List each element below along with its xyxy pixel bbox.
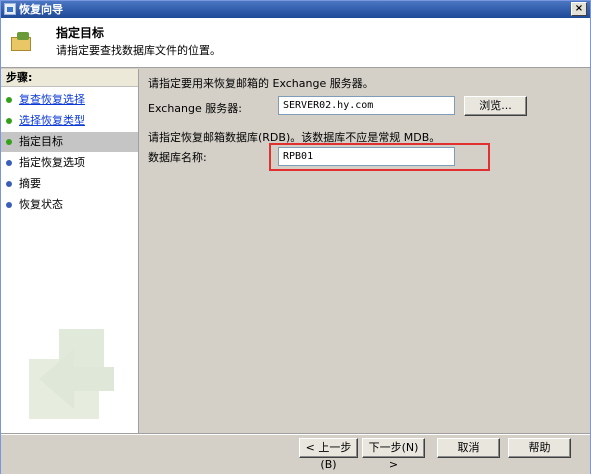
- steps-pane: 步骤: 复查恢复选择 选择恢复类型 指定目标 指定恢复选项 摘要 恢复状态: [1, 69, 139, 434]
- window-title: 恢复向导: [19, 3, 63, 16]
- recovery-wizard-window: 恢复向导 × 指定目标 请指定要查找数据库文件的位置。 步骤: 复查恢复选择 选…: [0, 0, 591, 474]
- step-label: 指定恢复选项: [19, 156, 85, 169]
- server-input[interactable]: SERVER02.hy.com: [278, 96, 455, 115]
- page-title: 指定目标: [56, 26, 105, 40]
- step-summary: 摘要: [1, 174, 138, 194]
- step-pending-icon: [6, 202, 12, 208]
- help-button[interactable]: 帮助: [508, 438, 571, 458]
- app-icon: [4, 3, 16, 15]
- step-recovery-options: 指定恢复选项: [1, 153, 138, 173]
- step-complete-icon: [6, 97, 12, 103]
- server-prompt: 请指定要用来恢复邮箱的 Exchange 服务器。: [148, 77, 374, 90]
- button-bar: < 上一步(B) 下一步(N) > 取消 帮助: [1, 433, 590, 474]
- browse-button[interactable]: 浏览...: [464, 96, 527, 116]
- wizard-header: 指定目标 请指定要查找数据库文件的位置。: [1, 18, 590, 68]
- steps-heading: 步骤:: [1, 69, 138, 87]
- step-label: 复查恢复选择: [19, 93, 85, 106]
- step-specify-destination: 指定目标: [1, 132, 138, 152]
- step-recovery-status: 恢复状态: [1, 195, 138, 215]
- wizard-watermark-icon: [29, 329, 114, 419]
- folder-restore-icon: [11, 32, 33, 52]
- main-content: 请指定要用来恢复邮箱的 Exchange 服务器。 Exchange 服务器: …: [140, 69, 590, 434]
- next-button[interactable]: 下一步(N) >: [362, 438, 425, 471]
- step-select-recovery-type[interactable]: 选择恢复类型: [1, 111, 138, 131]
- server-label: Exchange 服务器:: [148, 102, 242, 115]
- step-label: 恢复状态: [19, 198, 63, 211]
- page-subtitle: 请指定要查找数据库文件的位置。: [56, 44, 221, 57]
- divider: [1, 433, 590, 434]
- back-button[interactable]: < 上一步(B): [299, 438, 358, 471]
- step-pending-icon: [6, 160, 12, 166]
- cancel-button[interactable]: 取消: [437, 438, 500, 458]
- db-name-label: 数据库名称:: [148, 151, 207, 164]
- highlight-box: [269, 143, 490, 171]
- step-complete-icon: [6, 118, 12, 124]
- close-button[interactable]: ×: [571, 2, 587, 16]
- step-label: 指定目标: [19, 135, 63, 148]
- title-bar: 恢复向导 ×: [1, 1, 590, 18]
- step-pending-icon: [6, 181, 12, 187]
- step-current-icon: [6, 139, 12, 145]
- step-label: 选择恢复类型: [19, 114, 85, 127]
- step-review-recovery[interactable]: 复查恢复选择: [1, 90, 138, 110]
- step-label: 摘要: [19, 177, 41, 190]
